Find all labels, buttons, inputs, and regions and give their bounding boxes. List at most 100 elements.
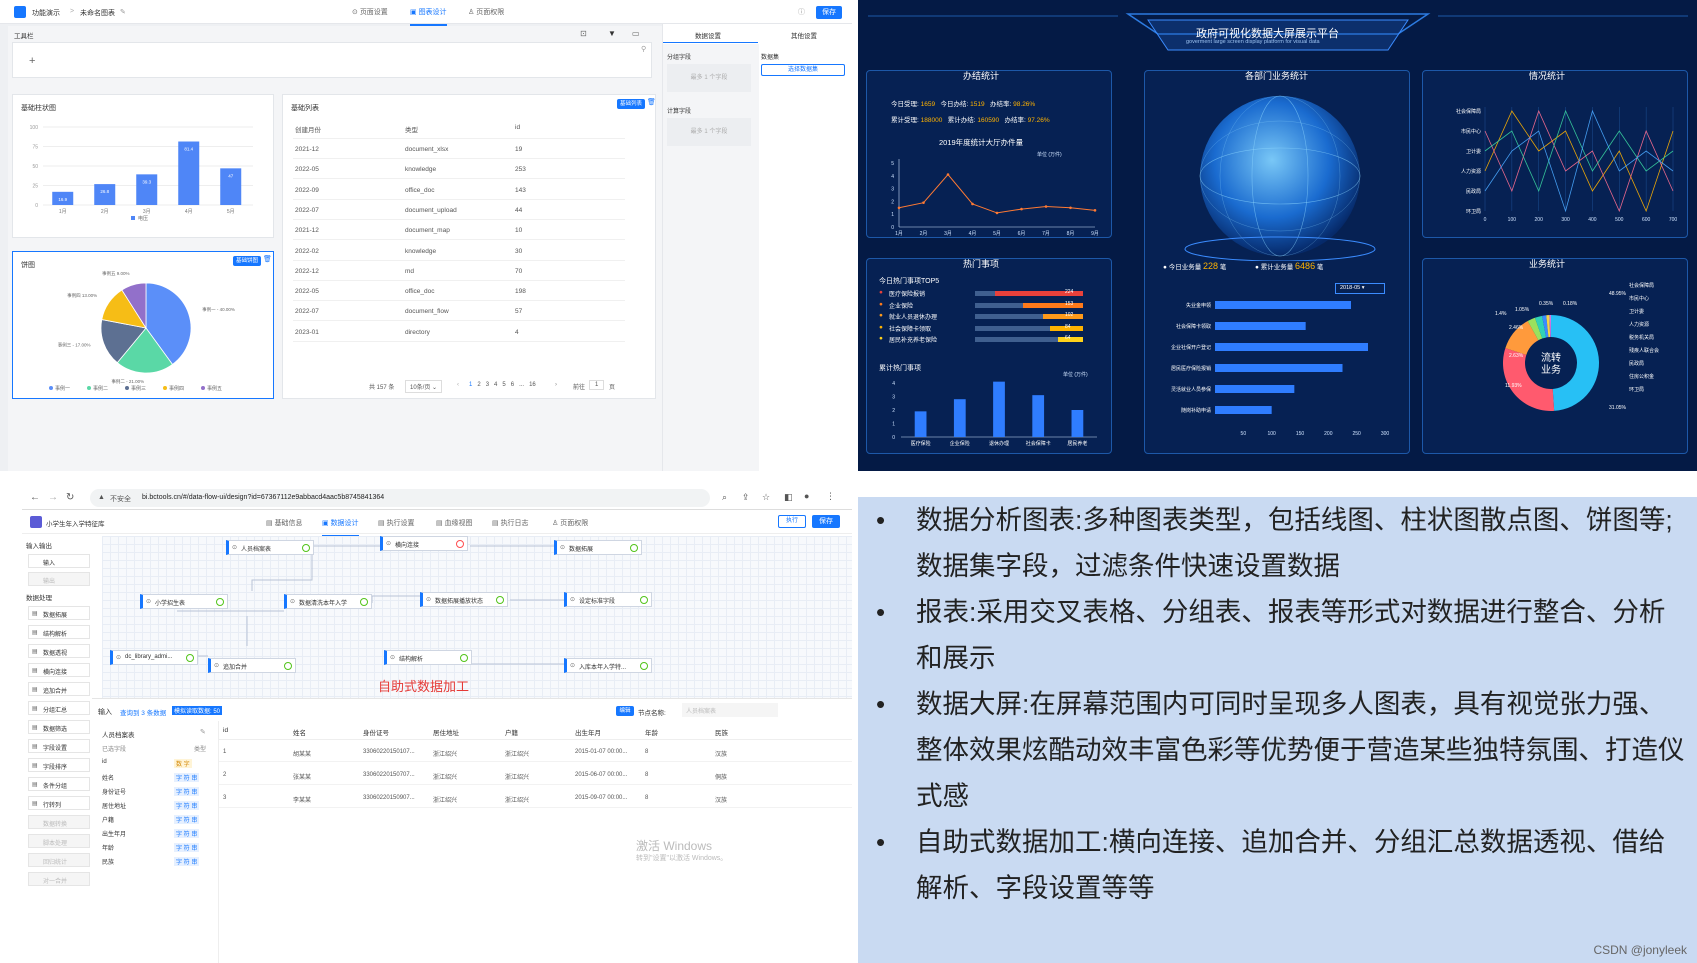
field-row[interactable]: 居住地址 字 符 串 bbox=[102, 799, 214, 811]
pager-prev-icon[interactable]: ‹ bbox=[457, 382, 459, 388]
tab-data-settings[interactable]: 数据设置 bbox=[695, 30, 721, 40]
flow-node[interactable]: ⊙ 数据清洗本年入学 bbox=[284, 594, 372, 609]
tab-page-permission[interactable]: ♙ 页面权限 bbox=[468, 7, 504, 17]
node-name-input[interactable]: 人员档案表 bbox=[682, 703, 778, 717]
profile-icon[interactable]: ● bbox=[804, 491, 809, 501]
flow-node[interactable]: ⊙ 人员档案表 bbox=[226, 540, 314, 555]
pager-page[interactable]: 1 bbox=[469, 382, 472, 388]
address-bar[interactable]: ▲ 不安全 bi.bctools.cn/#/data-flow-ui/desig… bbox=[90, 489, 710, 507]
tab-basic-info[interactable]: ▤ 基础信息 bbox=[266, 518, 303, 528]
palette-node-output[interactable]: 输出 bbox=[28, 572, 90, 586]
star-icon[interactable]: ☆ bbox=[762, 492, 770, 503]
field-row[interactable]: 年龄 字 符 串 bbox=[102, 841, 214, 853]
flow-node[interactable]: ⊙ 小学招生表 bbox=[140, 594, 228, 609]
pager-size-select[interactable]: 10条/页 ⌄ bbox=[405, 380, 443, 393]
tab-page-settings[interactable]: ⊙ 页面设置 bbox=[352, 7, 388, 17]
save-button[interactable]: 保存 bbox=[812, 515, 840, 528]
flow-node[interactable]: ⊙ dc_library_admi... bbox=[110, 650, 198, 665]
tab-exec-log[interactable]: ▤ 执行日志 bbox=[492, 518, 529, 528]
pager-page[interactable]: 4 bbox=[494, 382, 497, 388]
grid-row-divider bbox=[219, 761, 852, 762]
palette-node[interactable]: ▤ 行转列 bbox=[28, 796, 90, 810]
delete-icon[interactable]: 🗑 bbox=[647, 98, 656, 106]
field-row[interactable]: 户籍 字 符 串 bbox=[102, 813, 214, 825]
tab-label: 页面权限 bbox=[560, 520, 589, 527]
back-icon[interactable]: ← bbox=[30, 492, 40, 503]
palette-node[interactable]: ▤ 条件分组 bbox=[28, 777, 90, 791]
table-row: 2023-01 directory 4 bbox=[293, 322, 625, 342]
edit-button[interactable]: 编辑 bbox=[616, 706, 634, 716]
reload-icon[interactable]: ↻ bbox=[66, 492, 74, 503]
palette-node-input[interactable]: 输入 bbox=[28, 554, 90, 568]
pager-page[interactable]: ... bbox=[519, 382, 524, 388]
run-button[interactable]: 执行 bbox=[778, 515, 806, 528]
monitor-icon[interactable]: ▭ bbox=[632, 29, 640, 38]
flow-node[interactable]: ⊙ 入库本年入学特... bbox=[564, 658, 652, 673]
filter-icon[interactable]: ▼ bbox=[608, 29, 616, 38]
field-row[interactable]: 身份证号 字 符 串 bbox=[102, 785, 214, 797]
status-ok-icon bbox=[640, 596, 648, 604]
help-icon[interactable]: ⓘ bbox=[798, 7, 805, 17]
breadcrumb-app[interactable]: 功能演示 bbox=[32, 8, 60, 18]
menu-icon[interactable]: ⋮ bbox=[826, 491, 835, 502]
pager-goto-input[interactable]: 1 bbox=[589, 380, 605, 390]
field-row[interactable]: id 数 字 bbox=[102, 757, 214, 769]
flow-node[interactable]: ⊙ 横向连接 bbox=[380, 536, 468, 551]
zoom-icon[interactable]: ⌕ bbox=[722, 492, 727, 503]
department-hbar-chart: 失业金申领社会保障卡领取企业社保开户登记居民医疗保险报销灵活就业人员参保随岗补助… bbox=[1171, 301, 1389, 437]
tab-page-permission[interactable]: ♙ 页面权限 bbox=[552, 518, 588, 528]
palette-node-disabled[interactable]: 数据转换 bbox=[28, 815, 90, 829]
palette-node[interactable]: ▤ 字段排序 bbox=[28, 758, 90, 772]
tab-chart-design[interactable]: ▣ 图表设计 bbox=[410, 7, 447, 26]
share-icon[interactable]: ⇪ bbox=[742, 492, 750, 503]
tab-data-design[interactable]: ▣ 数据设计 bbox=[322, 518, 359, 537]
table-type-badge[interactable]: 基础列表 bbox=[617, 99, 645, 109]
pager-page[interactable]: 2 bbox=[477, 382, 480, 388]
pager-page[interactable]: 5 bbox=[502, 382, 505, 388]
tab-exec-settings[interactable]: ▤ 执行设置 bbox=[378, 518, 415, 528]
flow-node[interactable]: ⊙ 设定标准字段 bbox=[564, 592, 652, 607]
palette-node[interactable]: ▤ 数据筛选 bbox=[28, 720, 90, 734]
palette-node[interactable]: ▤ 追加合并 bbox=[28, 682, 90, 696]
flow-node[interactable]: ⊙ 追加合并 bbox=[208, 658, 296, 673]
pager-page[interactable]: 3 bbox=[486, 382, 489, 388]
bar-chart-panel[interactable]: 基础柱状图 0 25 50 75 100 16.9 1月 26.8 2月 39.3 3月 81.4 4月… bbox=[12, 94, 274, 238]
pie-chart-panel[interactable]: 饼图 基础饼图 🗑 事例一 - 40.00% 事例二 - 21.00% 事例三 - … bbox=[12, 251, 274, 399]
palette-node-disabled[interactable]: 脚本处理 bbox=[28, 834, 90, 848]
field-row[interactable]: 民族 字 符 串 bbox=[102, 855, 214, 867]
sidebar-icon[interactable]: ◧ bbox=[784, 492, 793, 503]
tab-other-settings[interactable]: 其他设置 bbox=[791, 30, 817, 40]
pin-icon[interactable]: ⚲ bbox=[641, 45, 646, 53]
screen-icon[interactable]: ⊡ bbox=[580, 29, 587, 38]
pager-page[interactable]: 6 bbox=[511, 382, 514, 388]
palette-node[interactable]: ▤ 数据透视 bbox=[28, 644, 90, 658]
palette-node-disabled[interactable]: 回归统计 bbox=[28, 853, 90, 867]
y-tick-label: 75 bbox=[32, 145, 38, 151]
forward-icon[interactable]: → bbox=[48, 492, 58, 503]
select-dataset-button[interactable]: 选择数据集 bbox=[761, 64, 845, 76]
tab-lineage-view[interactable]: ▤ 血缘视图 bbox=[436, 518, 473, 528]
category-label: 市民中心 bbox=[1461, 128, 1481, 135]
edit-icon[interactable]: ✎ bbox=[200, 728, 206, 736]
field-row[interactable]: 出生年月 字 符 串 bbox=[102, 827, 214, 839]
flow-node[interactable]: ⊙ 数据拓展 bbox=[554, 540, 642, 555]
table-panel[interactable]: 基础列表 基础列表 🗑 创建月份 类型 id 2021-12 document_… bbox=[282, 94, 656, 399]
palette-node[interactable]: ▤ 横向连接 bbox=[28, 663, 90, 677]
pager-next-icon[interactable]: › bbox=[555, 382, 557, 388]
bottom-tab-input[interactable]: 输入 bbox=[98, 707, 112, 717]
edit-icon[interactable]: ✎ bbox=[120, 8, 126, 16]
add-component-button[interactable]: + bbox=[29, 55, 35, 67]
calc-field-dropzone[interactable]: 最多 1 个字段 bbox=[667, 118, 751, 146]
save-button[interactable]: 保存 bbox=[816, 6, 842, 19]
palette-node[interactable]: ▤ 字段设置 bbox=[28, 739, 90, 753]
palette-node[interactable]: ▤ 结构解析 bbox=[28, 625, 90, 639]
pager-page[interactable]: 16 bbox=[529, 382, 536, 388]
breadcrumb-page[interactable]: 未命名图表 bbox=[80, 8, 115, 18]
palette-node[interactable]: ▤ 分组汇总 bbox=[28, 701, 90, 715]
group-field-dropzone[interactable]: 最多 1 个字段 bbox=[667, 64, 751, 92]
flow-node[interactable]: ⊙ 数据拓展播放状态 bbox=[420, 592, 508, 607]
palette-node[interactable]: ▤ 数据拓展 bbox=[28, 606, 90, 620]
palette-node-disabled[interactable]: 对一合并 bbox=[28, 872, 90, 886]
flow-node[interactable]: ⊙ 结构解析 bbox=[384, 650, 472, 665]
field-row[interactable]: 姓名 字 符 串 bbox=[102, 771, 214, 783]
